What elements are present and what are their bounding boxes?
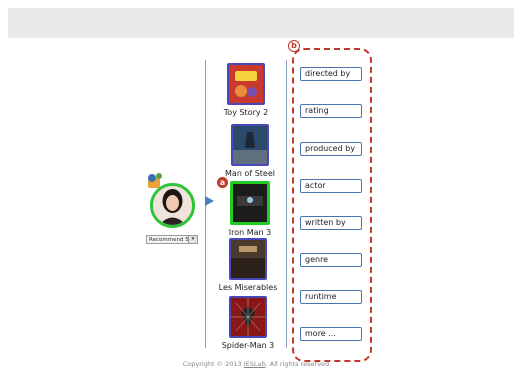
recommend-count-select[interactable]: Recommend 5 m ▾ [146, 235, 198, 244]
movie-item[interactable]: Iron Man 3 [220, 181, 280, 237]
attr-runtime-button[interactable]: runtime [300, 290, 362, 304]
movie-title: Spider-Man 3 [221, 341, 275, 350]
user-avatar[interactable] [150, 183, 195, 228]
toy-story-poster-icon [229, 65, 263, 103]
movie-poster[interactable] [230, 181, 270, 225]
movie-item[interactable]: Toy Story 2 [216, 63, 276, 117]
movie-poster[interactable] [231, 124, 269, 166]
man-of-steel-poster-icon [233, 126, 267, 164]
footer-link[interactable]: IESLab [244, 360, 266, 368]
movie-item[interactable]: Man of Steel [220, 124, 280, 178]
spider-man-poster-icon [231, 298, 265, 336]
attribute-panel [292, 48, 372, 362]
movie-item[interactable]: Spider-Man 3 [218, 296, 278, 350]
play-arrow-icon [205, 196, 214, 206]
movie-title: Les Miserables [218, 283, 278, 292]
attr-directed-by-button[interactable]: directed by [300, 67, 362, 81]
divider-right [286, 60, 287, 348]
attr-written-by-button[interactable]: written by [300, 216, 362, 230]
user-photo-icon [153, 186, 192, 225]
attr-more-button[interactable]: more ... [300, 327, 362, 341]
attr-rating-button[interactable]: rating [300, 104, 362, 118]
movie-title: Man of Steel [225, 169, 275, 178]
movie-title: Toy Story 2 [223, 108, 269, 117]
marker-b: b [288, 40, 300, 52]
movie-item[interactable]: Les Miserables [218, 238, 278, 292]
marker-a: a [217, 177, 228, 188]
movie-poster[interactable] [227, 63, 265, 105]
footer-prefix: Copyright © 2013 [182, 360, 244, 368]
les-miserables-poster-icon [231, 240, 265, 278]
chevron-down-icon: ▾ [188, 236, 197, 243]
footer: Copyright © 2013 IESLab. All rights rese… [0, 360, 514, 368]
movie-title: Iron Man 3 [228, 228, 272, 237]
attr-actor-button[interactable]: actor [300, 179, 362, 193]
attr-produced-by-button[interactable]: produced by [300, 142, 362, 156]
iron-man-poster-icon [233, 184, 267, 222]
movie-poster[interactable] [229, 238, 267, 280]
footer-suffix: . All rights reserved. [265, 360, 332, 368]
top-bar [8, 8, 514, 38]
attr-genre-button[interactable]: genre [300, 253, 362, 267]
movie-poster[interactable] [229, 296, 267, 338]
